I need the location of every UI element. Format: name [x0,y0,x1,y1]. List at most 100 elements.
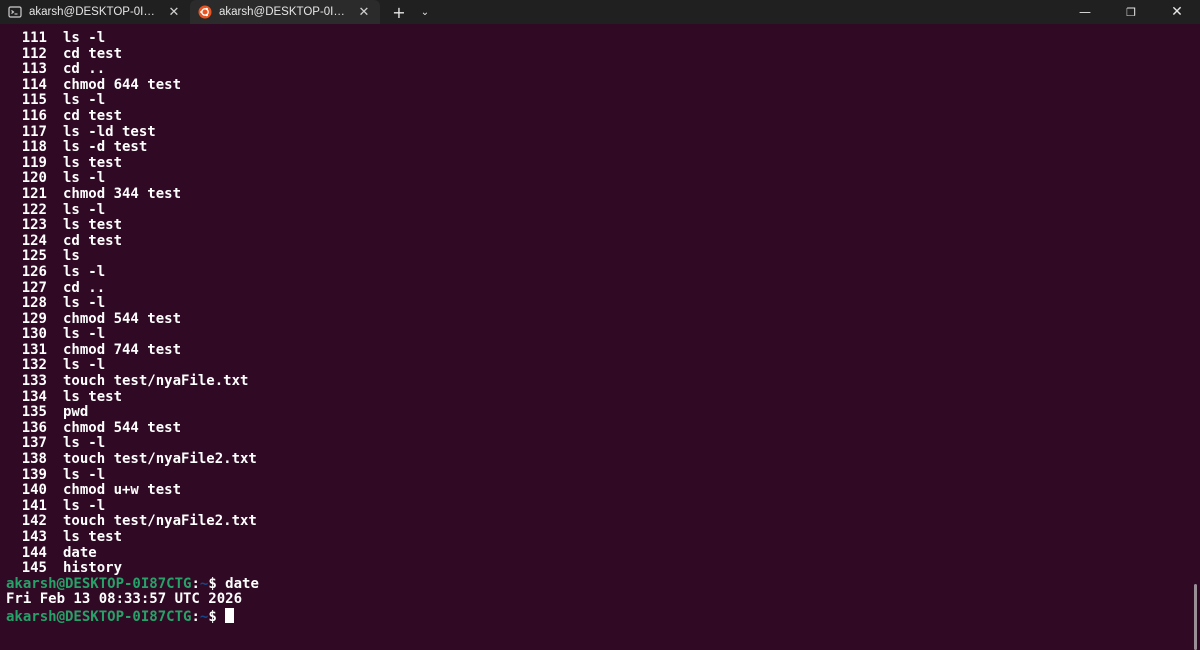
history-command: ls test [63,154,123,171]
history-number: 112 [21,45,47,62]
history-command: ls -l [63,497,106,514]
history-command: cd .. [63,279,106,296]
history-number: 124 [21,232,47,249]
text-cursor [225,607,235,623]
active-prompt-line[interactable]: akarsh@DESKTOP-0I87CTG:~$ [0,607,1200,625]
history-line: 118 ls -d test [0,139,1200,156]
prompt-command [217,609,225,625]
history-line: 141 ls -l [0,497,1200,515]
history-line: 121 chmod 344 test [0,185,1200,203]
history-command: cd test [63,232,123,249]
history-number: 136 [21,419,47,436]
tab-terminal-2[interactable]: akarsh@DESKTOP-0I87CTG: ~ ✕ [190,0,380,24]
maximize-button[interactable]: ❐ [1108,0,1154,24]
history-number: 115 [21,92,47,109]
history-line: 128 ls -l [0,295,1200,312]
history-command: history [63,560,123,577]
history-number: 116 [21,107,47,124]
history-number: 133 [21,373,47,390]
history-line: 134 ls test [0,388,1200,406]
history-line: 142 touch test/nyaFile2.txt [0,514,1200,530]
ubuntu-icon [198,5,212,19]
history-line: 117 ls -ld test [0,124,1200,141]
tab-terminal-1[interactable]: akarsh@DESKTOP-0I87CTG: ~ ✕ [0,0,190,24]
prompt-command: date [216,575,259,592]
history-number: 128 [21,295,47,312]
tab-dropdown-button[interactable]: ⌄ [412,0,438,24]
history-command: chmod 744 test [63,341,182,358]
history-number: 142 [21,513,47,530]
prompt-dollar: $ [208,575,217,592]
history-command: ls -l [63,466,106,483]
history-line: 112 cd test [0,45,1200,63]
history-line: 132 ls -l [0,358,1200,374]
history-number: 138 [21,451,47,468]
history-number: 119 [21,154,47,171]
history-command: ls -l [63,92,106,109]
history-command: touch test/nyaFile2.txt [63,513,257,530]
history-command: chmod u+w test [63,482,182,499]
history-number: 122 [21,201,47,218]
history-line: 145 history [0,560,1200,577]
history-command: chmod 344 test [63,185,182,202]
history-command: chmod 544 test [63,310,182,327]
history-line: 126 ls -l [0,264,1200,281]
minimize-button[interactable]: — [1062,0,1108,24]
history-output: 111 ls -l 112 cd test 113 cd .. 114 chmod 644 t… [0,30,1200,577]
history-number: 141 [21,497,47,514]
history-line: 120 ls -l [0,171,1200,187]
history-number: 137 [21,435,47,452]
history-command: ls -l [63,170,106,187]
history-command: ls -l [63,326,106,343]
terminal-output[interactable]: 111 ls -l 112 cd test 113 cd .. 114 chmod 644 t… [0,24,1200,650]
history-number: 127 [21,279,47,296]
history-line: 111 ls -l [0,30,1200,47]
history-command: touch test/nyaFile2.txt [63,451,257,468]
history-command: ls -l [63,201,106,218]
history-line: 144 date [0,544,1200,562]
history-line: 119 ls test [0,154,1200,172]
history-number: 145 [21,560,47,577]
history-number: 114 [21,76,47,93]
history-command: date [63,544,97,561]
scrollbar-thumb[interactable] [1194,584,1197,650]
history-line: 143 ls test [0,529,1200,546]
history-number: 123 [21,217,47,234]
history-command: ls -l [63,30,106,46]
history-number: 130 [21,326,47,343]
history-number: 129 [21,310,47,327]
tab-close-icon[interactable]: ✕ [166,4,182,20]
history-command: cd .. [63,61,106,78]
history-line: 129 chmod 544 test [0,310,1200,328]
history-command: touch test/nyaFile.txt [63,373,249,390]
new-tab-button[interactable]: + [386,0,412,24]
history-line: 133 touch test/nyaFile.txt [0,373,1200,390]
close-window-button[interactable]: ✕ [1154,0,1200,24]
tab-title: akarsh@DESKTOP-0I87CTG: ~ [29,6,160,18]
history-line: 124 cd test [0,232,1200,250]
tab-close-icon[interactable]: ✕ [356,4,372,20]
prompt-line: akarsh@DESKTOP-0I87CTG:~$ date [0,575,1200,593]
history-command: cd test [63,107,123,124]
history-line: 139 ls -l [0,466,1200,484]
tab-title: akarsh@DESKTOP-0I87CTG: ~ [219,6,350,18]
prompt-colon: : [191,575,200,592]
history-line: 123 ls test [0,217,1200,234]
window-controls: — ❐ ✕ [1062,0,1200,24]
history-number: 140 [21,482,47,499]
history-number: 118 [21,139,47,156]
history-command: pwd [63,404,89,421]
history-number: 135 [21,404,47,421]
history-command: ls -l [63,435,106,452]
history-number: 134 [21,388,47,405]
history-command: cd test [63,45,123,62]
history-line: 138 touch test/nyaFile2.txt [0,451,1200,468]
history-command: ls -l [63,295,106,312]
history-command: ls [63,248,80,265]
history-number: 132 [21,357,47,374]
date-output: Fri Feb 13 08:33:57 UTC 2026 [6,591,243,608]
history-line: 131 chmod 744 test [0,341,1200,359]
tab-bar: akarsh@DESKTOP-0I87CTG: ~ ✕ akarsh@DESKT… [0,0,1200,24]
history-number: 120 [21,170,47,187]
history-number: 111 [21,30,47,46]
